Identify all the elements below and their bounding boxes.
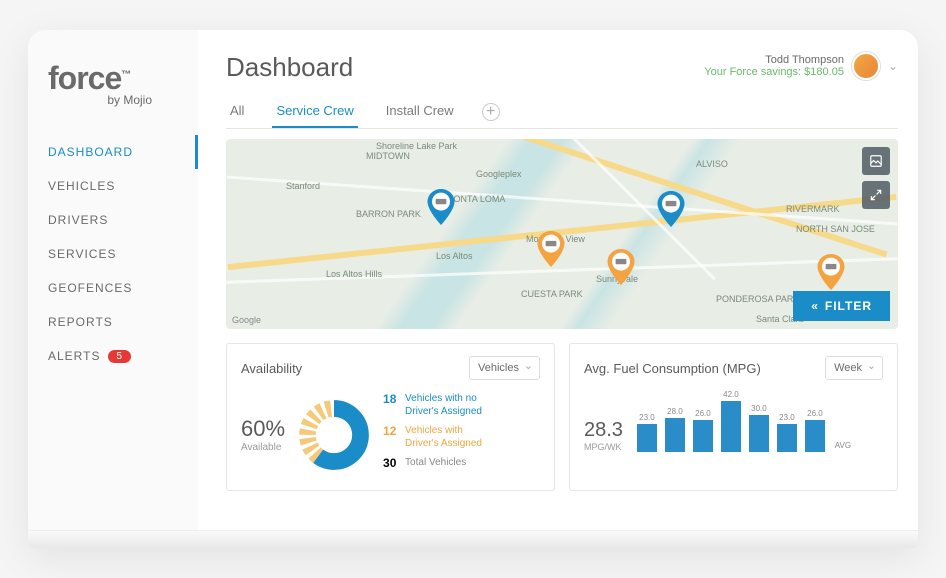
page-title: Dashboard bbox=[226, 52, 353, 83]
map-image-icon[interactable] bbox=[862, 147, 890, 175]
sidebar-item-geofences[interactable]: GEOFENCES bbox=[28, 271, 198, 305]
page-header: Dashboard Todd Thompson Your Force savin… bbox=[226, 52, 898, 83]
main-content: Dashboard Todd Thompson Your Force savin… bbox=[198, 30, 918, 530]
map-label: Los Altos bbox=[436, 251, 473, 261]
legend-count: 12 bbox=[383, 424, 399, 450]
map-pin[interactable] bbox=[426, 189, 456, 225]
bar: 26.0 bbox=[693, 409, 713, 452]
map-attribution: Google bbox=[232, 315, 261, 325]
legend-label: Total Vehicles bbox=[405, 456, 466, 472]
chevron-down-icon[interactable]: ⌄ bbox=[888, 59, 898, 73]
availability-card: Availability Vehicles 60% Available 18Ve… bbox=[226, 343, 555, 491]
map-label: Stanford bbox=[286, 181, 320, 191]
map-label: ALVISO bbox=[696, 159, 728, 169]
bar: 23.0 bbox=[777, 413, 797, 452]
alert-badge: 5 bbox=[108, 350, 131, 363]
pie-chart bbox=[299, 400, 369, 470]
fuel-select[interactable]: Week bbox=[825, 356, 883, 380]
tab-all[interactable]: All bbox=[226, 95, 248, 128]
bar: 42.0 bbox=[721, 390, 741, 452]
availability-select[interactable]: Vehicles bbox=[469, 356, 540, 380]
map-label: CUESTA PARK bbox=[521, 289, 583, 299]
availability-legend: 18Vehicles with no Driver's Assigned12Ve… bbox=[383, 392, 495, 478]
user-savings: Your Force savings: $180.05 bbox=[704, 66, 844, 78]
expand-icon[interactable] bbox=[862, 181, 890, 209]
bar: 26.0 bbox=[805, 409, 825, 452]
map-label: Los Altos Hills bbox=[326, 269, 382, 279]
map-label: BARRON PARK bbox=[356, 209, 421, 219]
legend-label: Vehicles with no Driver's Assigned bbox=[405, 392, 495, 418]
sidebar-item-services[interactable]: SERVICES bbox=[28, 237, 198, 271]
map-pin[interactable] bbox=[606, 249, 636, 285]
map-pin[interactable] bbox=[816, 254, 846, 290]
avatar[interactable] bbox=[852, 52, 880, 80]
tab-service-crew[interactable]: Service Crew bbox=[272, 95, 357, 128]
sidebar-item-alerts[interactable]: ALERTS5 bbox=[28, 339, 198, 373]
sidebar-item-reports[interactable]: REPORTS bbox=[28, 305, 198, 339]
map-label: RIVERMARK bbox=[786, 204, 840, 214]
bar: 23.0 bbox=[637, 413, 657, 452]
availability-percent: 60% bbox=[241, 416, 285, 442]
map-label: NORTH SAN JOSE bbox=[796, 224, 875, 234]
logo-main: force™ bbox=[48, 60, 178, 97]
bar: 30.0 bbox=[749, 404, 769, 452]
tab-install-crew[interactable]: Install Crew bbox=[382, 95, 458, 128]
chevron-left-icon: « bbox=[811, 299, 819, 313]
card-title: Avg. Fuel Consumption (MPG) bbox=[584, 361, 761, 376]
fuel-value: 28.3 bbox=[584, 419, 623, 442]
user-block[interactable]: Todd Thompson Your Force savings: $180.0… bbox=[704, 52, 898, 80]
nav-list: DASHBOARDVEHICLESDRIVERSSERVICESGEOFENCE… bbox=[28, 135, 198, 373]
card-title: Availability bbox=[241, 361, 302, 376]
map-label: Googleplex bbox=[476, 169, 522, 179]
tab-bar: All Service Crew Install Crew + bbox=[226, 95, 898, 129]
map-pin[interactable] bbox=[656, 191, 686, 227]
map-label: MIDTOWN bbox=[366, 151, 410, 161]
fuel-bar-chart: 23.0 28.0 26.0 42.0 30.0 23.0 26.0 AVG bbox=[637, 392, 883, 452]
legend-label: Vehicles with Driver's Assigned bbox=[405, 424, 495, 450]
sidebar-item-dashboard[interactable]: DASHBOARD bbox=[28, 135, 198, 169]
bar: AVG bbox=[833, 441, 853, 452]
map-controls bbox=[862, 147, 890, 209]
map[interactable]: Stanford MIDTOWNShoreline Lake Park Google… bbox=[226, 139, 898, 329]
legend-count: 30 bbox=[383, 456, 399, 472]
map-pin[interactable] bbox=[536, 231, 566, 267]
sidebar-item-drivers[interactable]: DRIVERS bbox=[28, 203, 198, 237]
sidebar-item-vehicles[interactable]: VEHICLES bbox=[28, 169, 198, 203]
bar: 28.0 bbox=[665, 407, 685, 452]
fuel-card: Avg. Fuel Consumption (MPG) Week 28.3 MP… bbox=[569, 343, 898, 491]
add-tab-icon[interactable]: + bbox=[482, 103, 500, 121]
map-label: Shoreline Lake Park bbox=[376, 141, 457, 151]
legend-count: 18 bbox=[383, 392, 399, 418]
filter-button[interactable]: «FILTER bbox=[793, 291, 890, 321]
logo: force™ by Mojio bbox=[28, 60, 198, 135]
user-name: Todd Thompson bbox=[765, 54, 844, 66]
sidebar: force™ by Mojio DASHBOARDVEHICLESDRIVERS… bbox=[28, 30, 198, 530]
cards-row: Availability Vehicles 60% Available 18Ve… bbox=[226, 343, 898, 491]
map-label: PONDEROSA PARK bbox=[716, 294, 799, 304]
